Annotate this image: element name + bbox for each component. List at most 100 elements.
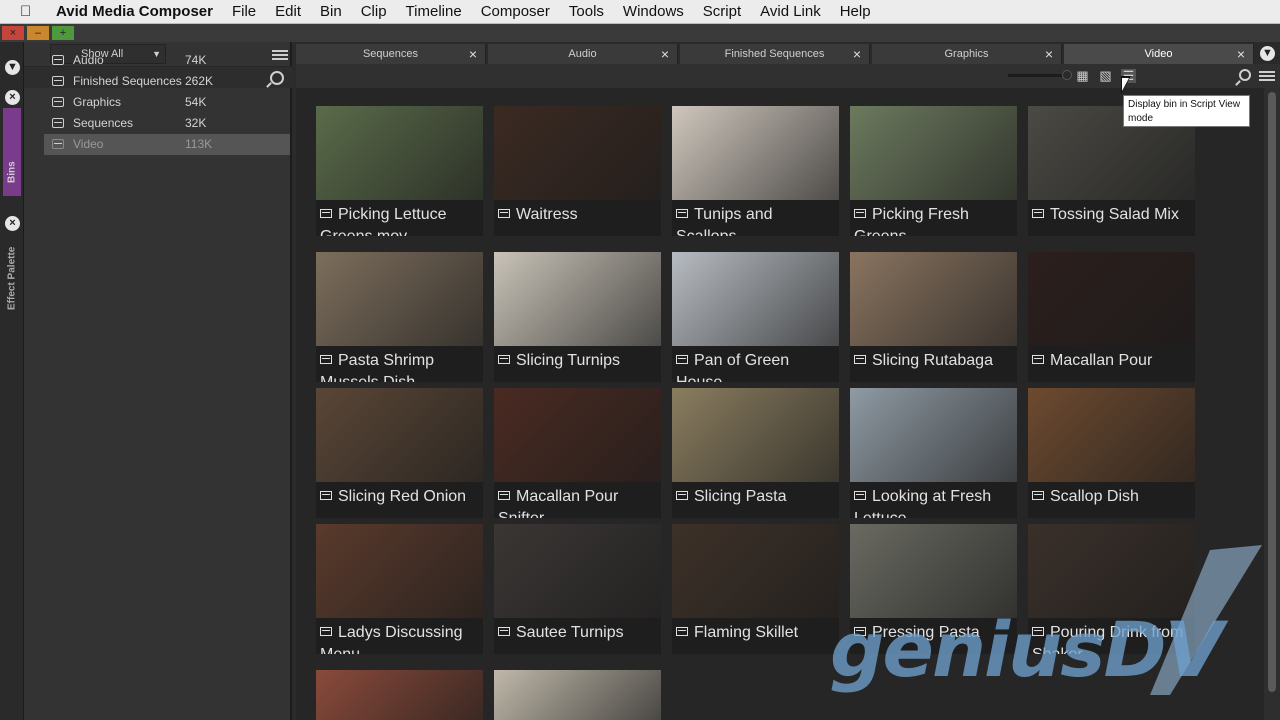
bin-item-sequences[interactable]: Sequences 32K [44, 113, 290, 134]
clip-tile[interactable]: Waitress [494, 106, 661, 236]
bin-tab-bar: Sequences × Audio × Finished Sequences ×… [294, 42, 1280, 64]
slider-knob[interactable] [1062, 70, 1072, 80]
clip-tile[interactable]: Picking Fresh Greens [850, 106, 1017, 236]
menu-script[interactable]: Script [703, 3, 741, 20]
clip-tile[interactable]: Macallan Pour Snifter [494, 388, 661, 518]
clip-caption[interactable]: Waitress [494, 200, 661, 236]
clip-caption[interactable]: Slicing Rutabaga [850, 346, 1017, 382]
close-effect-palette-icon[interactable]: × [5, 216, 20, 231]
minimize-window-button[interactable]: – [27, 26, 49, 40]
clip-tile[interactable]: Slicing Rutabaga [850, 252, 1017, 382]
menu-edit[interactable]: Edit [275, 3, 301, 20]
dropdown-circle-icon[interactable]: ▼ [5, 60, 20, 75]
clip-thumbnail[interactable] [494, 106, 661, 200]
clip-caption[interactable]: Slicing Red Onion [316, 482, 483, 518]
close-icon[interactable]: × [1237, 44, 1245, 64]
clip-caption[interactable]: Slicing Turnips [494, 346, 661, 382]
bins-tab[interactable]: Bins [3, 152, 21, 192]
menu-bin[interactable]: Bin [320, 3, 342, 20]
clip-thumbnail[interactable] [672, 252, 839, 346]
clip-tile[interactable]: Sautee Turnips [494, 524, 661, 654]
clip-thumbnail[interactable] [494, 670, 661, 720]
clip-thumbnail[interactable] [316, 252, 483, 346]
clip-caption[interactable]: Ladys Discussing Menu [316, 618, 483, 654]
clip-caption[interactable]: Pan of Green House [672, 346, 839, 382]
grid-view-icon[interactable]: ▧ [1098, 69, 1113, 83]
effect-palette-tab[interactable]: Effect Palette [3, 238, 21, 318]
clip-tile[interactable]: Picking Lettuce Greens.mov [316, 106, 483, 236]
bin-item-audio[interactable]: Audio 74K [44, 50, 290, 71]
clip-thumbnail[interactable] [850, 388, 1017, 482]
tab-finished-sequences[interactable]: Finished Sequences × [680, 44, 870, 64]
clip-caption[interactable]: Slicing Pasta [672, 482, 839, 518]
clip-tile[interactable] [316, 670, 483, 720]
clip-tile[interactable]: Ladys Discussing Menu [316, 524, 483, 654]
menu-composer[interactable]: Composer [481, 3, 550, 20]
clip-caption[interactable]: Macallan Pour Snifter [494, 482, 661, 518]
tab-menu-dropdown-icon[interactable]: ▼ [1260, 46, 1275, 61]
clip-thumbnail[interactable] [494, 388, 661, 482]
clip-tile[interactable]: Macallan Pour [1028, 252, 1195, 382]
clip-tile[interactable]: Pasta Shrimp Mussels Dish [316, 252, 483, 382]
clip-tile[interactable]: Slicing Red Onion [316, 388, 483, 518]
clip-thumbnail[interactable] [850, 252, 1017, 346]
tab-sequences[interactable]: Sequences × [296, 44, 486, 64]
frame-view-icon[interactable]: ▦ [1075, 69, 1090, 83]
clip-caption[interactable]: Sautee Turnips [494, 618, 661, 654]
clip-thumbnail[interactable] [1028, 252, 1195, 346]
clip-tile[interactable]: Slicing Pasta [672, 388, 839, 518]
menu-file[interactable]: File [232, 3, 256, 20]
close-icon[interactable]: × [469, 44, 477, 64]
menu-windows[interactable]: Windows [623, 3, 684, 20]
clip-caption[interactable]: Tossing Salad Mix [1028, 200, 1195, 236]
close-icon[interactable]: × [853, 44, 861, 64]
bin-item-graphics[interactable]: Graphics 54K [44, 92, 290, 113]
zoom-window-button[interactable]: + [52, 26, 74, 40]
menu-help[interactable]: Help [840, 3, 871, 20]
tab-audio[interactable]: Audio × [488, 44, 678, 64]
menu-tools[interactable]: Tools [569, 3, 604, 20]
clip-caption[interactable]: Macallan Pour [1028, 346, 1195, 382]
clip-tile[interactable]: Flaming Skillet [672, 524, 839, 654]
clip-thumbnail[interactable] [850, 106, 1017, 200]
clip-caption[interactable]: Picking Lettuce Greens.mov [316, 200, 483, 236]
clip-caption[interactable]: Flaming Skillet [672, 618, 839, 654]
tab-video[interactable]: Video × [1064, 44, 1254, 64]
close-bins-panel-icon[interactable]: × [5, 90, 20, 105]
clip-tile[interactable]: Scallop Dish [1028, 388, 1195, 518]
clip-thumbnail[interactable] [316, 106, 483, 200]
clip-tile[interactable]: Pan of Green House [672, 252, 839, 382]
menu-timeline[interactable]: Timeline [406, 3, 462, 20]
menu-avid-link[interactable]: Avid Link [760, 3, 821, 20]
clip-thumbnail[interactable] [494, 524, 661, 618]
clip-caption[interactable]: Tunips and Scallops [672, 200, 839, 236]
clip-caption[interactable]: Picking Fresh Greens [850, 200, 1017, 236]
menu-clip[interactable]: Clip [361, 3, 387, 20]
clip-thumbnail[interactable] [494, 252, 661, 346]
clip-thumbnail[interactable] [1028, 388, 1195, 482]
close-window-button[interactable]: × [2, 26, 24, 40]
clip-tile[interactable] [494, 670, 661, 720]
clip-caption[interactable]: Scallop Dish [1028, 482, 1195, 518]
clip-thumbnail[interactable] [672, 524, 839, 618]
clip-tile[interactable]: Tunips and Scallops [672, 106, 839, 236]
bin-menu-icon[interactable] [1259, 71, 1275, 81]
close-icon[interactable]: × [661, 44, 669, 64]
clip-tile[interactable]: Looking at Fresh Lettuce [850, 388, 1017, 518]
clip-tile[interactable]: Slicing Turnips [494, 252, 661, 382]
clip-thumbnail[interactable] [672, 106, 839, 200]
clip-thumbnail[interactable] [316, 670, 483, 720]
clip-caption[interactable]: Looking at Fresh Lettuce [850, 482, 1017, 518]
thumbnail-size-slider[interactable] [1008, 70, 1072, 80]
apple-icon[interactable]:  [20, 3, 44, 20]
bin-item-finished-sequences[interactable]: Finished Sequences 262K [44, 71, 290, 92]
tab-graphics[interactable]: Graphics × [872, 44, 1062, 64]
clip-thumbnail[interactable] [316, 388, 483, 482]
app-name-menu[interactable]: Avid Media Composer [56, 3, 213, 20]
bin-item-video[interactable]: Video 113K [44, 134, 290, 155]
close-icon[interactable]: × [1045, 44, 1053, 64]
clip-thumbnail[interactable] [672, 388, 839, 482]
clip-thumbnail[interactable] [316, 524, 483, 618]
search-icon[interactable] [1239, 69, 1251, 81]
clip-caption[interactable]: Pasta Shrimp Mussels Dish [316, 346, 483, 382]
